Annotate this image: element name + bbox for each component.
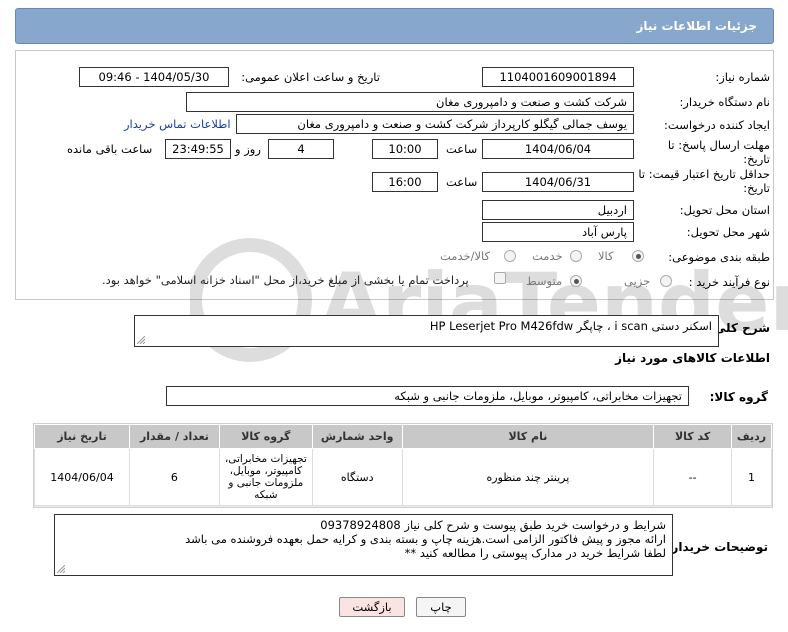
col-header-goods-group: گروه کالا [218,424,313,449]
purchase-medium-label: متوسط [526,274,563,288]
need-number-field: 1104001609001894 [482,67,634,87]
day-and-label: روز و [235,142,261,156]
col-header-row-number: ردیف [731,424,772,449]
category-goods-service-label: کالا/خدمت [440,249,491,263]
cell-goods-group: تجهیزات مخابراتی، کامپیوتر، موبایل، ملزو… [218,448,313,506]
category-goods-label: کالا [598,249,614,263]
price-validity-label: حداقل تاریخ اعتبار قیمت: تا تاریخ: [638,167,770,195]
announce-date-label: تاریخ و ساعت اعلان عمومی: [241,70,380,84]
table-row: 1 -- پرینتر چند منظوره دستگاه تجهیزات مخ… [34,448,772,506]
province-label: استان محل تحویل: [679,203,770,217]
buyer-notes-line-2: ارائه مجوز و پیش فاکتور الزامی است.هزینه… [185,532,666,546]
buyer-org-field: شرکت کشت و صنعت و دامپروری مغان [186,92,634,112]
page-header: جزئیات اطلاعات نیاز [15,8,774,44]
cell-unit: دستگاه [311,448,403,506]
reply-deadline-label: مهلت ارسال پاسخ: تا تاریخ: [667,138,770,166]
resize-grip-icon[interactable] [137,336,145,344]
need-number-label: شماره نیاز: [715,70,770,84]
table-header-row: ردیف کد کالا نام کالا واحد شمارش گروه کا… [34,424,772,449]
goods-info-heading: اطلاعات کالاهای مورد نیاز [615,351,770,365]
category-goods-radio[interactable] [632,250,644,262]
cell-goods-code: -- [653,448,733,506]
buyer-org-label: نام دستگاه خریدار: [679,95,770,109]
col-header-quantity: تعداد / مقدار [129,424,220,449]
city-field: پارس آباد [482,222,634,242]
category-goods-service-radio[interactable] [504,250,516,262]
validity-time-label: ساعت [446,175,478,189]
announce-datetime-field: 1404/05/30 - 09:46 [79,67,229,87]
buyer-contact-link[interactable]: اطلاعات تماس خریدار [124,117,231,131]
treasury-note: پرداخت تمام یا بخشی از مبلغ خرید،از محل … [102,273,469,287]
print-button[interactable]: چاپ [416,597,466,617]
col-header-need-date: تاریخ نیاز [34,424,130,449]
province-field: اردبیل [482,200,634,220]
validity-date-field: 1404/06/31 [482,172,634,192]
items-table-container: ردیف کد کالا نام کالا واحد شمارش گروه کا… [33,423,773,508]
buyer-notes-field: شرایط و درخواست خرید طبق پیوست و شرح کلی… [54,514,673,576]
validity-time-field: 16:00 [372,172,438,192]
purchase-partial-label: جزیی [624,274,651,288]
category-service-label: خدمت [532,249,563,263]
general-desc-text: اسکنر دستی i scan ، چاپگر HP Leserjet Pr… [429,319,712,333]
reply-time-label: ساعت [446,142,478,156]
cell-quantity: 6 [129,448,220,506]
category-label: طبقه بندی موضوعی: [668,250,770,264]
buyer-notes-label: توضیحات خریدار: [666,540,768,554]
col-header-unit: واحد شمارش [311,424,403,449]
buyer-notes-line-3: لطفا شرایط خرید در مدارک پیوستی را مطالع… [404,546,666,560]
remaining-time-field: 23:49:55 [165,139,231,159]
items-table: ردیف کد کالا نام کالا واحد شمارش گروه کا… [34,424,772,506]
col-header-goods-code: کد کالا [653,424,733,449]
purchase-medium-radio[interactable] [570,275,582,287]
cell-need-date: 1404/06/04 [34,448,130,506]
requester-field: یوسف جمالی گیگلو کارپرداز شرکت کشت و صنع… [236,114,634,134]
page-title: جزئیات اطلاعات نیاز [636,19,757,33]
goods-group-field: تجهیزات مخابراتی، کامپیوتر، موبایل، ملزو… [166,386,689,406]
goods-group-label: گروه کالا: [709,390,768,404]
category-service-radio[interactable] [570,250,582,262]
purchase-partial-radio[interactable] [660,275,672,287]
reply-time-field: 10:00 [372,139,438,159]
city-label: شهر محل تحویل: [686,225,770,239]
days-field: 4 [268,139,334,159]
cell-row-number: 1 [731,448,772,506]
col-header-goods-name: نام کالا [401,424,655,449]
resize-grip-icon[interactable] [57,565,65,573]
hours-left-label: ساعت باقی مانده [67,142,153,156]
treasury-checkbox[interactable] [494,272,506,284]
cell-goods-name: پرینتر چند منظوره [401,448,655,506]
general-desc-field: اسکنر دستی i scan ، چاپگر HP Leserjet Pr… [134,315,719,347]
buyer-notes-line-1: شرایط و درخواست خرید طبق پیوست و شرح کلی… [320,518,666,532]
requester-label: ایجاد کننده درخواست: [664,118,770,132]
reply-date-field: 1404/06/04 [482,139,634,159]
back-button[interactable]: بازگشت [339,597,405,617]
purchase-type-label: نوع فرآیند خرید : [688,275,770,289]
